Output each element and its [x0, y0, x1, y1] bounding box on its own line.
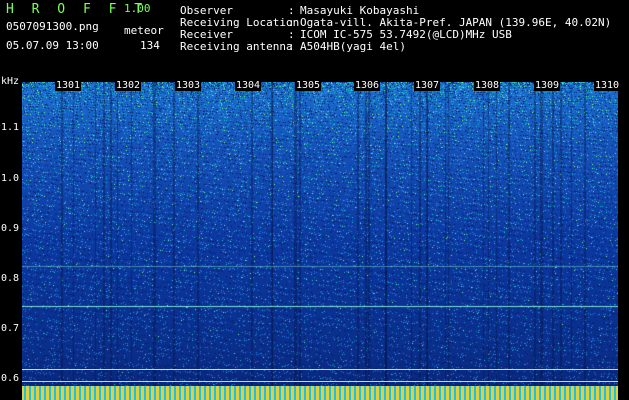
y-tick-label: 0.9 — [1, 223, 20, 234]
time-tick: 1301 — [55, 80, 82, 91]
info-label: Receiving antenna — [180, 40, 293, 53]
y-tick-label: 0.8 — [1, 273, 20, 284]
station-info: Observer: Masayuki Kobayashi Receiving L… — [180, 5, 611, 53]
y-tick-label: 0.7 — [1, 323, 20, 334]
time-tick: 1310 — [594, 80, 621, 91]
time-tick: 1309 — [534, 80, 561, 91]
reference-line — [22, 369, 618, 370]
spectrogram-canvas — [22, 82, 618, 400]
app-version: 1.00 — [124, 2, 151, 15]
info-row-antenna: Receiving antenna: A504HB(yagi 4el) — [180, 40, 406, 53]
spectrogram — [22, 82, 618, 400]
mode-label: meteor — [124, 24, 164, 37]
frequency-axis: kHz 1.1 1.0 0.9 0.8 0.7 0.6 — [0, 76, 22, 400]
file-name: 0507091300.png — [6, 20, 99, 33]
y-tick-label: 1.0 — [1, 173, 20, 184]
axis-unit: kHz — [1, 76, 20, 87]
time-tick: 1303 — [175, 80, 202, 91]
y-tick-label: 1.1 — [1, 122, 20, 133]
info-value: A504HB(yagi 4el) — [300, 40, 406, 53]
time-tick: 1307 — [414, 80, 441, 91]
time-tick: 1306 — [354, 80, 381, 91]
y-tick-label: 0.6 — [1, 373, 20, 384]
datetime-label: 05.07.09 13:00 — [6, 39, 99, 52]
time-tick: 1305 — [295, 80, 322, 91]
reference-line — [22, 381, 618, 382]
header-panel: H R O F F T 1.00 0507091300.png meteor 0… — [0, 0, 629, 76]
time-tick: 1308 — [474, 80, 501, 91]
time-tick: 1302 — [115, 80, 142, 91]
time-tick: 1304 — [235, 80, 262, 91]
count-value: 134 — [140, 39, 160, 52]
signal-level-bar — [22, 386, 618, 400]
